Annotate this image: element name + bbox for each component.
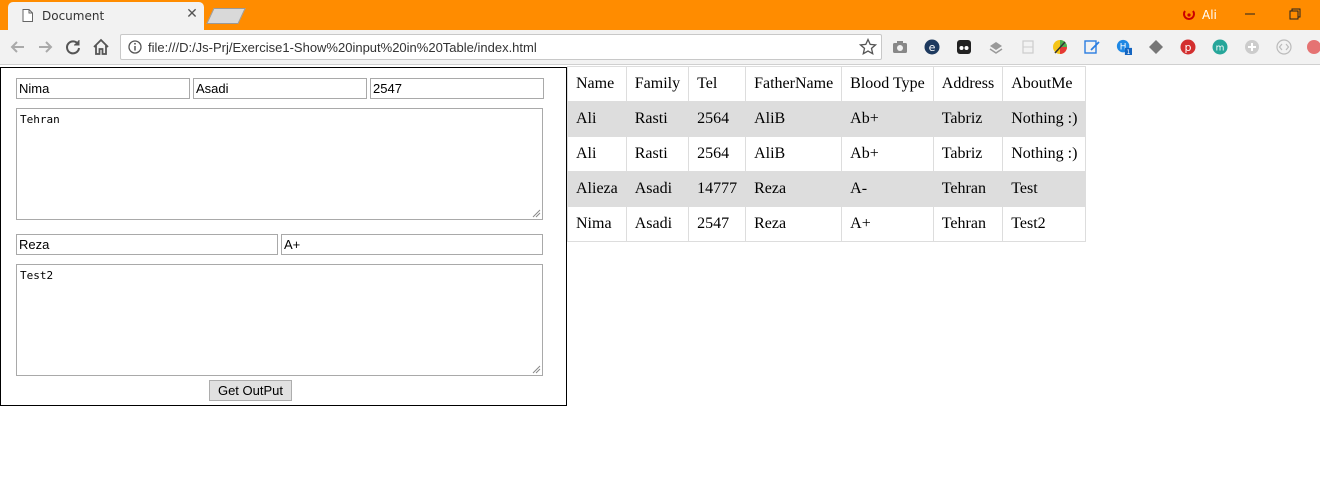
code-circle-icon[interactable] (1276, 39, 1292, 55)
svg-text:p: p (1185, 41, 1192, 54)
blood-type-input[interactable]: A+ (281, 234, 543, 255)
table-cell: Ali (567, 101, 627, 137)
reload-icon[interactable] (64, 38, 82, 56)
address-text: Tehran (20, 113, 60, 126)
table-cell: AliB (745, 101, 843, 137)
name-input[interactable]: Nima (16, 78, 190, 99)
table-cell: Test (1002, 171, 1087, 207)
header-tel: Tel (688, 66, 747, 102)
minimize-icon (1245, 13, 1255, 15)
diamond-icon[interactable] (1148, 39, 1164, 55)
family-input[interactable]: Asadi (193, 78, 367, 99)
table-row: Ali Rasti 2564 AliB Ab+ Tabriz Nothing :… (567, 101, 1087, 137)
table-header-row: Name Family Tel FatherName Blood Type Ad… (567, 66, 1087, 102)
url-text: file:///D:/Js-Prj/Exercise1-Show%20input… (148, 40, 537, 55)
restore-icon (1289, 8, 1301, 20)
forward-icon[interactable] (36, 38, 54, 56)
address-textarea[interactable]: Tehran (16, 108, 543, 220)
table-cell: A+ (841, 206, 934, 242)
table-cell: Tabriz (932, 101, 1004, 137)
browser-toolbar: file:///D:/Js-Prj/Exercise1-Show%20input… (0, 30, 1320, 65)
plus-circle-icon[interactable] (1244, 39, 1260, 55)
table-cell: Rasti (625, 101, 690, 137)
table-cell: Ab+ (841, 136, 934, 172)
table-cell: Test2 (1002, 206, 1087, 242)
camera-icon[interactable] (892, 39, 908, 55)
table-row: Ali Rasti 2564 AliB Ab+ Tabriz Nothing :… (567, 136, 1087, 172)
header-address: Address (932, 66, 1004, 102)
about-me-text: Test2 (20, 269, 54, 282)
tel-input[interactable]: 2547 (370, 78, 544, 99)
browser-tab[interactable]: Document ✕ (8, 2, 204, 30)
header-family: Family (625, 66, 690, 102)
browser-titlebar: Document ✕ Ali (0, 0, 1320, 30)
header-name: Name (567, 66, 627, 102)
table-cell: Alieza (567, 171, 627, 207)
address-bar[interactable]: file:///D:/Js-Prj/Exercise1-Show%20input… (120, 34, 882, 60)
table-cell: Tehran (932, 206, 1004, 242)
table-cell: 14777 (688, 171, 747, 207)
input-form: Nima Asadi 2547 Tehran Reza A+ Test2 Get… (0, 67, 567, 406)
header-about-me: AboutMe (1002, 66, 1087, 102)
extension-badge: 1 (1126, 49, 1130, 55)
profile-button[interactable]: Ali (1182, 7, 1217, 23)
grid-icon[interactable] (1020, 39, 1036, 55)
get-output-button[interactable]: Get OutPut (209, 380, 292, 401)
table-cell: Tabriz (932, 136, 1004, 172)
close-tab-icon[interactable]: ✕ (184, 6, 200, 22)
extension-badge-icon[interactable]: H 1 (1116, 39, 1132, 55)
edit-icon[interactable] (1084, 39, 1100, 55)
new-tab-button[interactable] (206, 8, 246, 24)
bookmark-star-icon[interactable] (859, 38, 877, 56)
extension-dark-icon[interactable] (956, 39, 972, 55)
table-cell: Ali (567, 136, 627, 172)
table-cell: Nima (567, 206, 627, 242)
info-icon[interactable] (128, 40, 142, 54)
home-icon[interactable] (92, 38, 110, 56)
layers-icon[interactable] (988, 39, 1004, 55)
pinterest-icon[interactable]: p (1180, 39, 1196, 55)
extension-m-icon[interactable]: m (1212, 39, 1228, 55)
table-cell: AliB (745, 136, 843, 172)
extension-red-icon[interactable] (1306, 39, 1320, 55)
about-me-textarea[interactable]: Test2 (16, 264, 543, 376)
table-cell: 2547 (688, 206, 747, 242)
header-father-name: FatherName (745, 66, 843, 102)
document-icon (22, 9, 33, 22)
resize-handle-icon[interactable] (532, 365, 541, 374)
table-cell: Rasti (625, 136, 690, 172)
table-cell: Asadi (625, 206, 690, 242)
color-picker-icon[interactable] (1052, 39, 1068, 55)
resize-handle-icon[interactable] (532, 209, 541, 218)
table-cell: Ab+ (841, 101, 934, 137)
table-row: Nima Asadi 2547 Reza A+ Tehran Test2 (567, 206, 1087, 242)
back-icon[interactable] (9, 38, 27, 56)
header-blood-type: Blood Type (841, 66, 934, 102)
table-cell: Tehran (932, 171, 1004, 207)
ghostery-icon[interactable]: e (924, 39, 940, 55)
tab-title: Document (42, 9, 105, 23)
father-name-input[interactable]: Reza (16, 234, 278, 255)
output-table: Name Family Tel FatherName Blood Type Ad… (567, 66, 1087, 242)
table-cell: 2564 (688, 101, 747, 137)
table-cell: Reza (745, 171, 843, 207)
restore-button[interactable] (1285, 4, 1305, 24)
table-cell: Reza (745, 206, 843, 242)
table-cell: Nothing :) (1002, 136, 1087, 172)
table-cell: 2564 (688, 136, 747, 172)
table-cell: A- (841, 171, 934, 207)
table-cell: Nothing :) (1002, 101, 1087, 137)
profile-name: Ali (1202, 8, 1217, 22)
svg-text:m: m (1216, 44, 1225, 54)
svg-text:e: e (929, 41, 936, 54)
minimize-button[interactable] (1240, 4, 1260, 24)
profile-icon (1183, 10, 1195, 20)
table-row: Alieza Asadi 14777 Reza A- Tehran Test (567, 171, 1087, 207)
table-cell: Asadi (625, 171, 690, 207)
